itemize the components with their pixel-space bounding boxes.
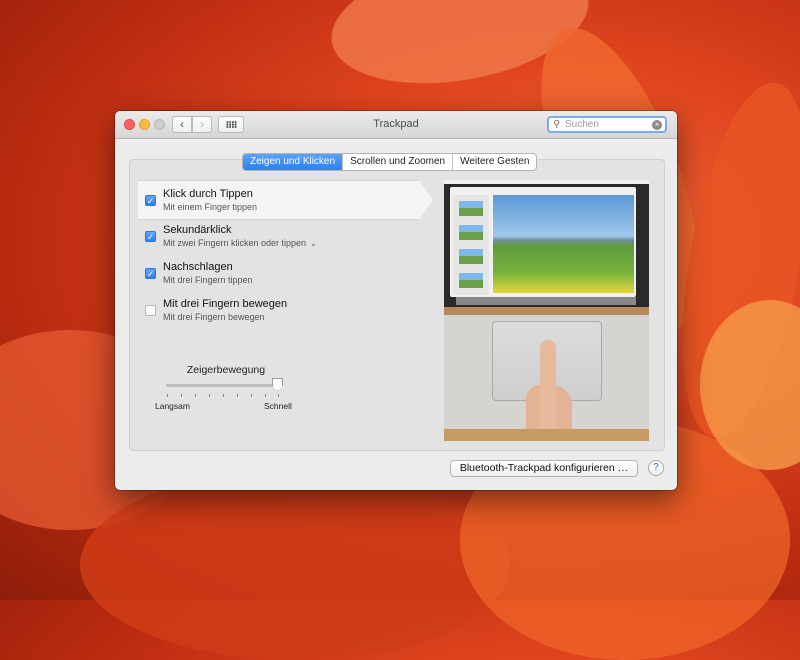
tab-bar: Zeigen und Klicken Scrollen und Zoomen W… <box>242 153 538 171</box>
option-mit-drei-fingern-bewegen[interactable]: Mit drei Fingern bewegen Mit drei Finger… <box>138 291 433 329</box>
bluetooth-trackpad-button[interactable]: Bluetooth-Trackpad konfigurieren … <box>450 460 638 477</box>
checkbox-mit-drei-fingern-bewegen[interactable] <box>145 305 156 316</box>
checkbox-klick-durch-tippen[interactable]: ✓ <box>145 195 156 206</box>
search-input[interactable] <box>565 118 651 131</box>
hiking-photo <box>493 195 634 293</box>
tab-zeigen-und-klicken[interactable]: Zeigen und Klicken <box>243 154 343 170</box>
option-subtitle[interactable]: Mit zwei Fingern klicken oder tippen ⌄ <box>163 238 317 248</box>
search-icon: ⚲ <box>553 119 561 130</box>
option-title: Mit drei Fingern bewegen <box>163 298 288 310</box>
gesture-preview-video <box>444 180 649 441</box>
preview-screen <box>444 180 649 307</box>
slider-max-label: Schnell <box>264 401 292 411</box>
option-sekundaerklick[interactable]: ✓ Sekundärklick Mit zwei Fingern klicken… <box>138 217 433 255</box>
preferences-window: ‹ › Trackpad ⚲ × Zeigen und Klicken Scro… <box>115 111 677 490</box>
option-subtitle: Mit drei Fingern bewegen <box>163 312 265 322</box>
finger-illustration <box>540 340 556 430</box>
option-title: Klick durch Tippen <box>163 188 253 200</box>
help-button[interactable]: ? <box>648 460 664 476</box>
option-nachschlagen[interactable]: ✓ Nachschlagen Mit drei Fingern tippen <box>138 254 433 292</box>
option-klick-durch-tippen[interactable]: ✓ Klick durch Tippen Mit einem Finger ti… <box>138 180 433 220</box>
tab-scrollen-und-zoomen[interactable]: Scrollen und Zoomen <box>342 154 452 170</box>
option-title: Sekundärklick <box>163 224 232 236</box>
photos-app-preview <box>450 187 636 297</box>
slider-min-label: Langsam <box>155 401 190 411</box>
tracking-speed-slider[interactable] <box>166 384 279 387</box>
checkbox-nachschlagen[interactable]: ✓ <box>145 268 156 279</box>
option-subtitle: Mit drei Fingern tippen <box>163 275 253 285</box>
option-subtitle: Mit einem Finger tippen <box>163 202 258 212</box>
chevron-down-icon[interactable]: ⌄ <box>310 239 317 248</box>
tracking-speed-label: Zeigerbewegung <box>186 364 266 376</box>
checkbox-sekundaerklick[interactable]: ✓ <box>145 231 156 242</box>
search-field[interactable]: ⚲ × <box>547 116 667 133</box>
tab-weitere-gesten[interactable]: Weitere Gesten <box>452 154 536 170</box>
dock-preview <box>456 297 636 305</box>
option-title: Nachschlagen <box>163 261 233 273</box>
title-bar: ‹ › Trackpad ⚲ × <box>115 111 677 139</box>
clear-search-icon[interactable]: × <box>652 120 662 130</box>
option-subtitle-text: Mit zwei Fingern klicken oder tippen <box>163 238 307 248</box>
